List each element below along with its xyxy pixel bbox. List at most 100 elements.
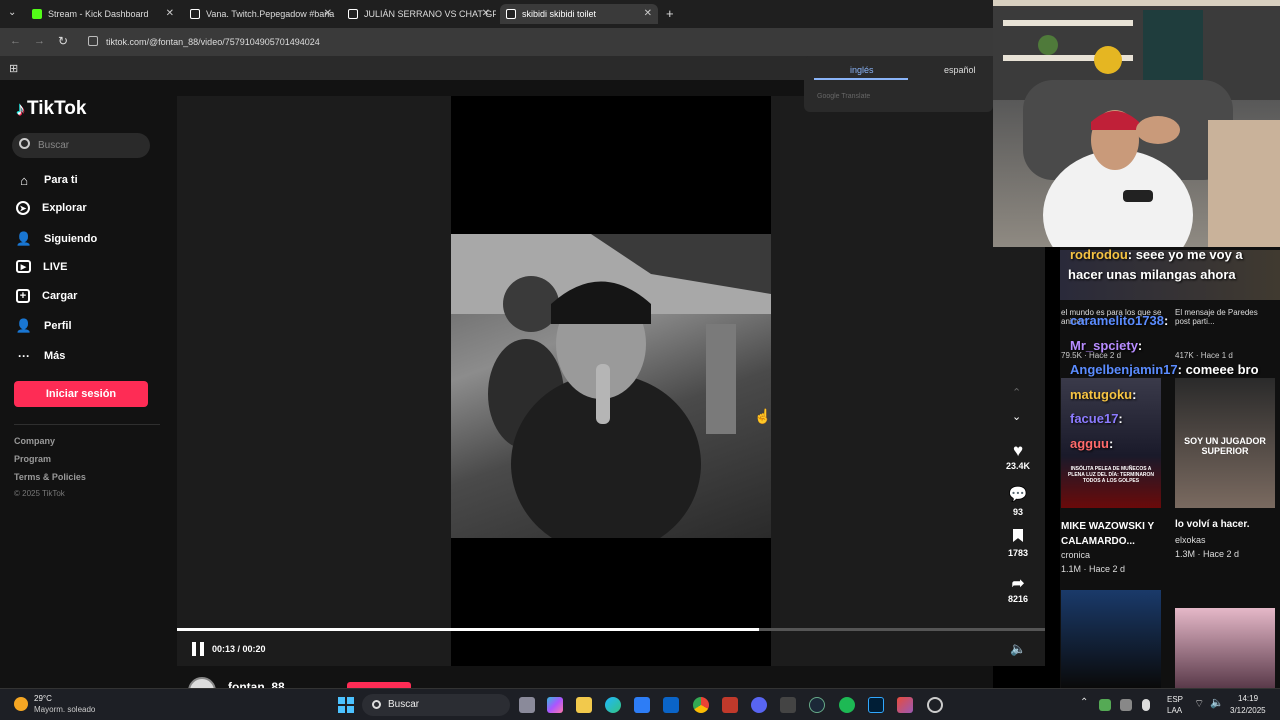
nav-cargar[interactable]: + Cargar — [16, 289, 77, 303]
upload-icon: + — [16, 289, 30, 303]
outlook-icon[interactable] — [663, 697, 679, 713]
tab-julian-serrano[interactable]: JULIÁN SERRANO VS CHAT GPT ✕ — [342, 4, 496, 24]
nav-mas[interactable]: ··· Más — [16, 348, 65, 364]
thumb-gamer-caption: SOY UN JUGADOR SUPERIOR — [1184, 436, 1266, 456]
card2-user[interactable]: elxokas — [1175, 535, 1206, 545]
network-icon[interactable]: ⌔ — [1194, 697, 1204, 711]
card1-user[interactable]: cronica — [1061, 550, 1090, 560]
translate-popup: inglés español Google Translate — [804, 56, 993, 112]
comment-button[interactable]: 💬 93 — [1000, 485, 1036, 517]
tray-chevron-icon[interactable]: ⌃ — [1080, 697, 1088, 708]
chat-message: Mr_spciety: — [1070, 338, 1143, 353]
footer-company[interactable]: Company — [14, 436, 55, 446]
compass-icon: ➤ — [16, 201, 30, 215]
card1-title[interactable]: MIKE WAZOWSKI Y CALAMARDO... — [1061, 519, 1166, 549]
tiktok-icon — [348, 9, 358, 19]
tiktok-note-icon: ♪ — [16, 98, 25, 119]
back-icon[interactable]: ← — [10, 35, 21, 47]
comment-icon: 💬 — [1008, 486, 1028, 503]
app-icon[interactable] — [722, 697, 738, 713]
close-tab-icon[interactable]: ✕ — [644, 8, 652, 19]
microphone-icon[interactable] — [1142, 699, 1150, 711]
settings-icon[interactable] — [927, 697, 943, 713]
edge-icon[interactable] — [605, 697, 621, 713]
lang-variant: LAA — [1167, 706, 1183, 715]
windows-taskbar: 29°C Mayorm. soleado Buscar ⌃ ESP LAA ⌔ … — [0, 688, 1280, 720]
chrome-icon[interactable] — [693, 697, 709, 713]
translate-tab-spanish[interactable]: español — [944, 65, 976, 75]
following-icon: 👤 — [15, 231, 33, 246]
clock-date: 3/12/2025 — [1230, 706, 1266, 715]
tray-app-icon[interactable] — [1099, 699, 1111, 711]
taskbar-search[interactable]: Buscar — [362, 694, 510, 716]
chat-message: hacer unas milangas ahora — [1068, 267, 1236, 282]
live-icon: ▶ — [16, 260, 31, 273]
copilot-icon[interactable] — [547, 697, 563, 713]
nav-para-ti[interactable]: ⌂ Para ti — [16, 172, 78, 188]
video-time: 00:13 / 00:20 — [212, 644, 266, 654]
steam-icon[interactable] — [809, 697, 825, 713]
footer-copyright: © 2025 TikTok — [14, 489, 65, 498]
lang-code[interactable]: ESP — [1167, 695, 1183, 704]
card2-title[interactable]: lo volví a hacer. — [1175, 519, 1275, 530]
reload-icon[interactable]: ↻ — [58, 34, 68, 48]
share-button[interactable]: ➦ 8216 — [1000, 574, 1036, 604]
volume-tray-icon[interactable]: 🔈 — [1210, 696, 1224, 709]
card2-stat: 1.3M · Hace 2 d — [1175, 549, 1240, 559]
chat-message: rodrodou: seee yo me voy a — [1070, 247, 1243, 262]
video-image[interactable] — [451, 234, 771, 538]
tiktok-icon — [506, 9, 516, 19]
site-info-icon[interactable] — [88, 36, 98, 46]
like-button[interactable]: ♥ 23.4K — [1000, 441, 1036, 471]
windows-start-icon[interactable] — [338, 697, 354, 713]
footer-program[interactable]: Program — [14, 454, 51, 464]
tab-twitch[interactable]: Vana. Twitch.Pepegadow #bana ✕ — [184, 4, 338, 24]
store-icon[interactable] — [634, 697, 650, 713]
chat-message: agguu: — [1070, 436, 1114, 451]
tray-app-icon[interactable] — [1120, 699, 1132, 711]
photoshop-icon[interactable] — [868, 697, 884, 713]
spotify-icon[interactable] — [839, 697, 855, 713]
nav-live[interactable]: ▶ LIVE — [16, 260, 67, 273]
tab-kick-dashboard[interactable]: Stream - Kick Dashboard ✕ — [26, 4, 180, 24]
discord-icon[interactable] — [751, 697, 767, 713]
nav-siguiendo[interactable]: 👤 Siguiendo — [16, 231, 97, 247]
progress-fill — [177, 628, 759, 631]
clock-time[interactable]: 14:19 — [1238, 694, 1258, 703]
new-tab-icon[interactable]: + — [666, 6, 674, 21]
save-button[interactable]: 1783 — [1000, 529, 1036, 558]
heart-icon: ♥ — [1012, 441, 1024, 460]
webcam-feed — [993, 0, 1280, 247]
sidebar-divider — [14, 424, 160, 425]
forward-icon[interactable]: → — [34, 35, 45, 47]
close-tab-icon[interactable]: ✕ — [166, 8, 174, 19]
footer-terms[interactable]: Terms & Policies — [14, 472, 86, 482]
pause-icon[interactable] — [192, 642, 204, 656]
task-view-icon[interactable] — [519, 697, 535, 713]
app-icon[interactable] — [897, 697, 913, 713]
tab-skibidi[interactable]: skibidi skibidi toilet ✕ — [500, 4, 658, 24]
chevron-down-icon[interactable]: ⌄ — [1012, 410, 1021, 423]
tab-list-chevron-icon[interactable]: ⌄ — [8, 7, 16, 18]
translate-tab-english[interactable]: inglés — [850, 65, 874, 75]
file-explorer-icon[interactable] — [576, 697, 592, 713]
chat-message: facue17: — [1070, 411, 1123, 426]
close-tab-icon[interactable]: ✕ — [482, 8, 490, 19]
address-bar-row: ← → ↻ tiktok.com/@fontan_88/video/757910… — [0, 28, 993, 56]
nav-perfil[interactable]: 👤 Perfil — [16, 318, 72, 334]
url-text[interactable]: tiktok.com/@fontan_88/video/757910490570… — [106, 37, 320, 47]
search-icon — [19, 138, 30, 149]
search-input[interactable]: Buscar — [12, 133, 150, 158]
weather-icon[interactable] — [14, 697, 28, 711]
tiktok-icon — [190, 9, 200, 19]
login-button[interactable]: Iniciar sesión — [14, 381, 148, 407]
close-tab-icon[interactable]: ✕ — [324, 8, 332, 19]
nav-explorar[interactable]: ➤ Explorar — [16, 201, 87, 215]
volume-icon[interactable]: 🔈 — [1010, 641, 1026, 657]
tiktok-logo[interactable]: ♪ TikTok — [16, 98, 86, 120]
apps-grid-icon[interactable]: ⊞ — [9, 62, 18, 75]
chevron-up-icon[interactable]: ⌃ — [1012, 386, 1021, 399]
app-icon[interactable] — [780, 697, 796, 713]
chat-message: matugoku: — [1070, 387, 1137, 402]
chat-thumb-gamer: SOY UN JUGADOR SUPERIOR — [1175, 378, 1275, 508]
